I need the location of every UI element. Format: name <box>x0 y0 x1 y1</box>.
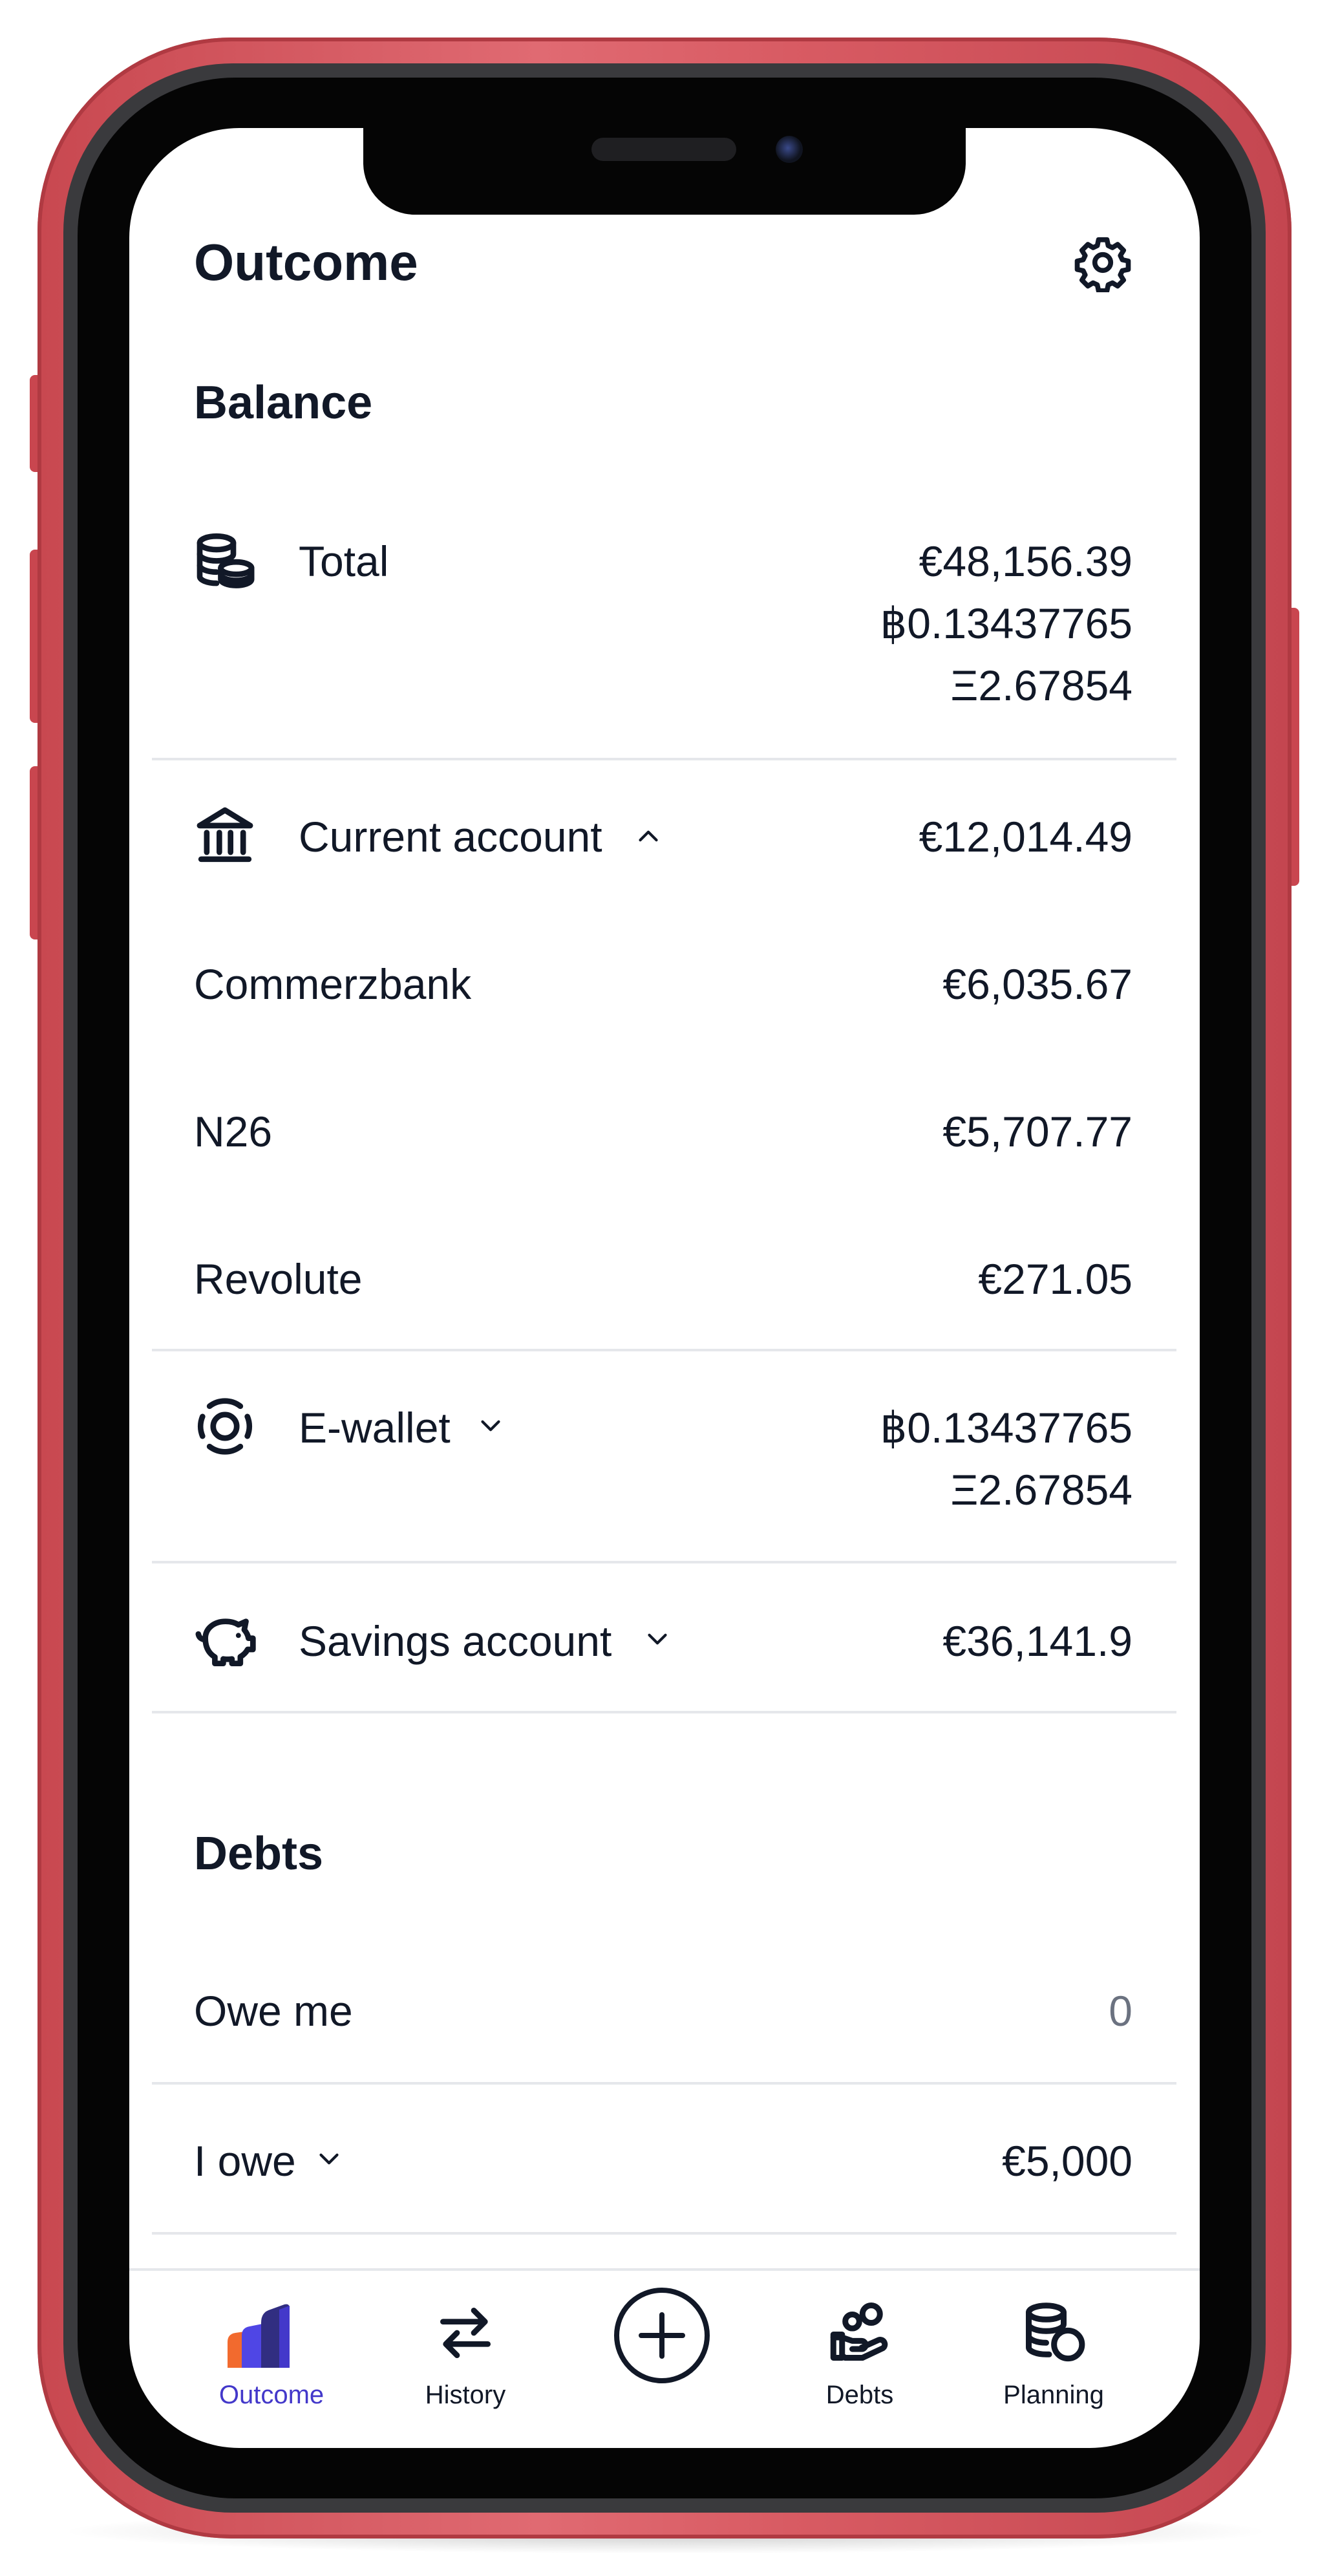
account-value: €271.05 <box>978 1255 1132 1303</box>
total-value-btc: ฿0.13437765 <box>880 599 1132 647</box>
plus-circle-icon <box>614 2288 710 2383</box>
debts-heading: Debts <box>194 1828 324 1880</box>
balance-heading: Balance <box>194 377 373 429</box>
tabbar-divider <box>129 2268 1200 2271</box>
owe-me-value: 0 <box>1109 1987 1132 2035</box>
chevron-up-icon <box>639 830 658 842</box>
divider <box>152 2082 1176 2085</box>
e-wallet-label: E-wallet <box>299 1404 451 1452</box>
total-value-eur: €48,156.39 <box>919 537 1132 585</box>
arrows-swap-icon <box>440 2308 491 2358</box>
front-camera <box>776 136 803 163</box>
divider <box>152 2232 1176 2235</box>
i-owe-value: €5,000 <box>1002 2137 1132 2185</box>
account-name: N26 <box>194 1108 273 1155</box>
e-wallet-value-btc: ฿0.13437765 <box>880 1404 1132 1452</box>
tab-label: Debts <box>825 2381 894 2409</box>
tab-planning[interactable]: Planning <box>970 2282 1138 2412</box>
owe-me-label: Owe me <box>194 1987 353 2035</box>
wallet-icon <box>197 1398 253 1455</box>
i-owe-label: I owe <box>194 2137 296 2185</box>
total-value-eth: Ξ2.67854 <box>950 661 1132 709</box>
earpiece-speaker <box>591 138 736 161</box>
account-value: €5,707.77 <box>942 1108 1132 1155</box>
gear-icon <box>1074 237 1131 294</box>
savings-account-label: Savings account <box>299 1617 612 1665</box>
hand-coins-icon <box>830 2302 888 2361</box>
coins-stack-icon <box>1026 2302 1085 2362</box>
add-transaction-button[interactable] <box>613 2286 711 2385</box>
account-value: €6,035.67 <box>942 960 1132 1008</box>
page-title: Outcome <box>194 233 418 291</box>
account-name: Commerzbank <box>194 960 472 1008</box>
e-wallet-value-eth: Ξ2.67854 <box>950 1466 1132 1514</box>
current-account-label: Current account <box>299 813 602 861</box>
divider <box>152 1349 1176 1351</box>
chevron-down-icon <box>481 1420 500 1432</box>
tab-history[interactable]: History <box>381 2282 549 2412</box>
bank-icon <box>197 807 253 863</box>
piggy-bank-icon <box>195 1618 256 1666</box>
chevron-down-icon <box>648 1633 667 1645</box>
tab-debts[interactable]: Debts <box>776 2282 944 2412</box>
divider <box>152 1561 1176 1563</box>
divider <box>152 1711 1176 1713</box>
tab-label: History <box>425 2381 506 2409</box>
tab-label: Planning <box>1003 2381 1104 2409</box>
tab-label: Outcome <box>218 2381 324 2409</box>
savings-account-value: €36,141.9 <box>942 1617 1132 1665</box>
total-label: Total <box>299 537 389 585</box>
e-wallet-toggle[interactable] <box>152 1358 1176 1552</box>
tab-outcome[interactable]: Outcome <box>187 2282 356 2412</box>
coins-icon <box>197 533 255 588</box>
chevron-down-icon <box>319 2153 339 2165</box>
current-account-value: €12,014.49 <box>919 813 1132 861</box>
settings-button[interactable] <box>1073 233 1132 294</box>
account-name: Revolute <box>194 1255 363 1303</box>
notch <box>363 123 966 215</box>
divider <box>152 758 1176 760</box>
bar-chart-icon <box>228 2304 290 2368</box>
